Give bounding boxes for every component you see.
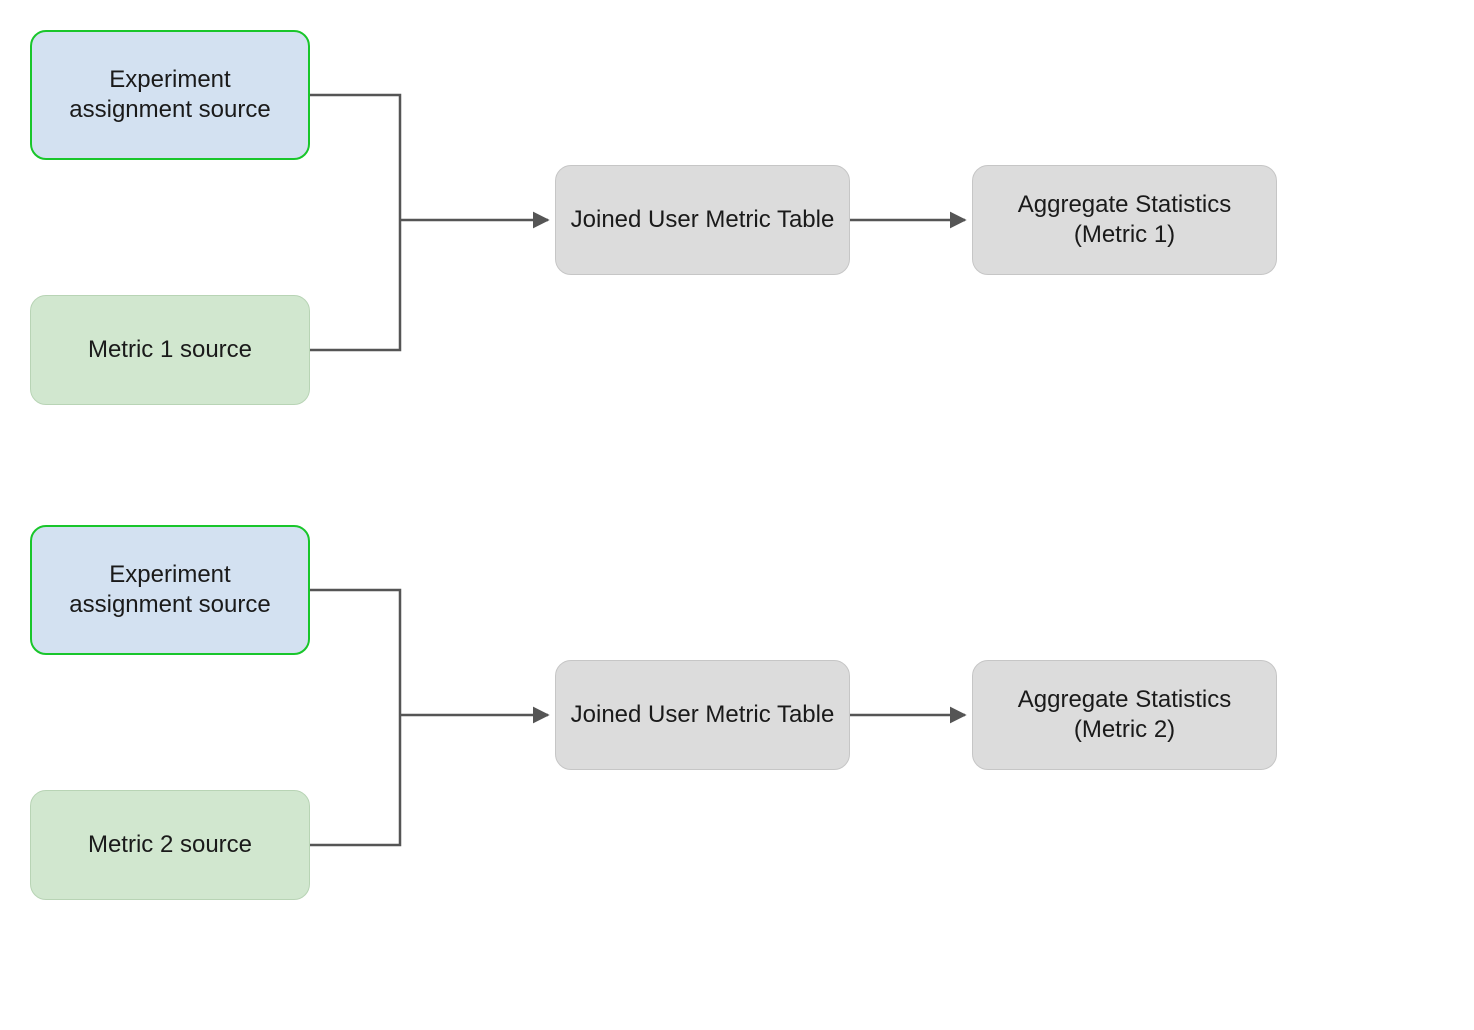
edge-metric-to-merge-2: [310, 715, 400, 845]
join-node-1: Joined User Metric Table: [555, 165, 850, 275]
join-label-2: Joined User Metric Table: [571, 700, 835, 730]
aggregate-label-1: Aggregate Statistics (Metric 1): [987, 190, 1262, 250]
edge-exp-to-merge-1: [310, 95, 400, 220]
experiment-source-label-2: Experiment assignment source: [46, 560, 294, 620]
metric-source-node-1: Metric 1 source: [30, 295, 310, 405]
aggregate-node-2: Aggregate Statistics (Metric 2): [972, 660, 1277, 770]
experiment-source-node-2: Experiment assignment source: [30, 525, 310, 655]
experiment-source-node-1: Experiment assignment source: [30, 30, 310, 160]
metric-source-label-2: Metric 2 source: [88, 830, 252, 860]
join-node-2: Joined User Metric Table: [555, 660, 850, 770]
metric-source-label-1: Metric 1 source: [88, 335, 252, 365]
edge-exp-to-merge-2: [310, 590, 400, 715]
diagram-canvas: Experiment assignment source Metric 1 so…: [0, 0, 1474, 1030]
edge-metric-to-merge-1: [310, 220, 400, 350]
aggregate-label-2: Aggregate Statistics (Metric 2): [987, 685, 1262, 745]
aggregate-node-1: Aggregate Statistics (Metric 1): [972, 165, 1277, 275]
experiment-source-label-1: Experiment assignment source: [46, 65, 294, 125]
metric-source-node-2: Metric 2 source: [30, 790, 310, 900]
join-label-1: Joined User Metric Table: [571, 205, 835, 235]
